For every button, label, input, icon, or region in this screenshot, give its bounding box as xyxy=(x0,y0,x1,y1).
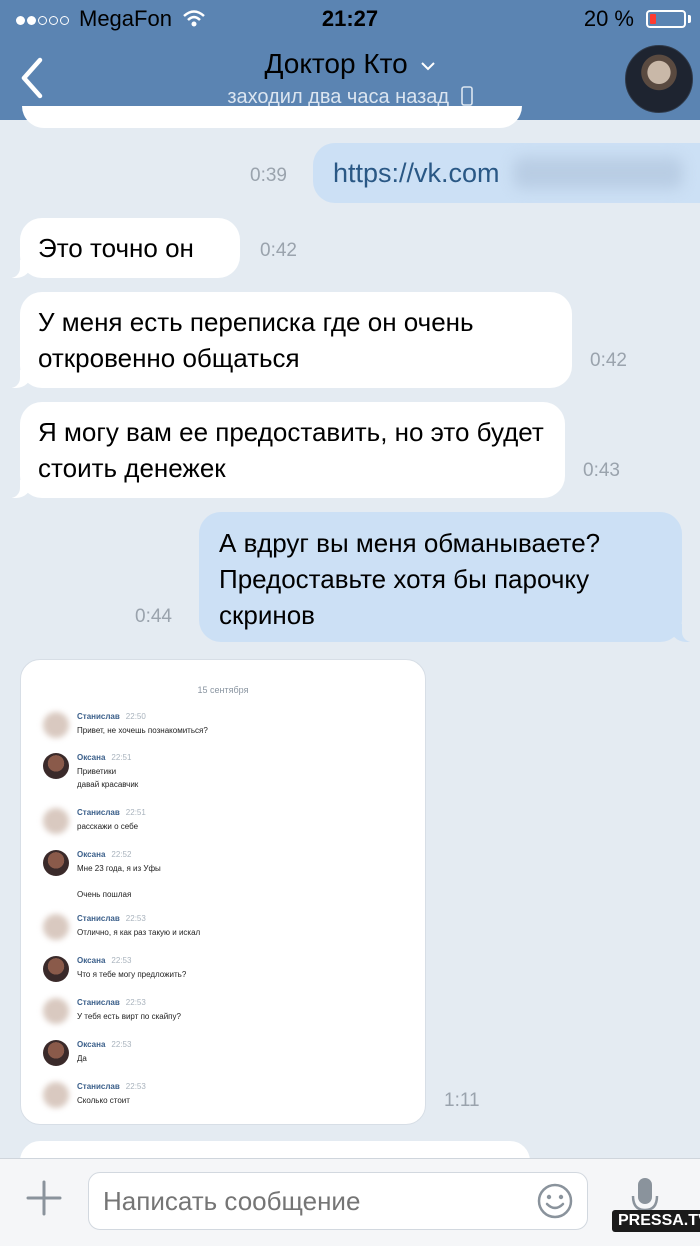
screenshot-message-text: У тебя есть вирт по скайпу? xyxy=(77,1012,181,1021)
screenshot-message-row: Оксана 22:53 Да xyxy=(43,1040,403,1080)
screenshot-sender: Оксана 22:53 xyxy=(77,956,131,965)
screenshot-sender-name: Станислав xyxy=(77,914,120,923)
battery-percent: 20 % xyxy=(583,6,634,31)
screenshot-avatar xyxy=(43,914,69,940)
screenshot-avatar xyxy=(43,1082,69,1108)
message-bubble-outgoing[interactable]: https://vk.com xyxy=(313,143,700,203)
screenshot-sender: Станислав 22:53 xyxy=(77,998,146,1007)
screenshot-sender: Станислав 22:51 xyxy=(77,808,146,817)
screenshot-date: 15 сентября xyxy=(197,685,249,695)
screenshot-avatar xyxy=(43,998,69,1024)
screenshot-message-text: Отлично, я как раз такую и искал xyxy=(77,928,201,937)
screenshot-message-time: 22:51 xyxy=(125,808,146,817)
screenshot-message-row: Станислав 22:53 Отлично, я как раз такую и… xyxy=(43,914,403,954)
message-text: Это точно он xyxy=(38,233,194,263)
screenshot-sender-name: Станислав xyxy=(77,808,120,817)
message-time: 0:43 xyxy=(583,460,620,481)
battery-tip xyxy=(688,15,691,23)
screenshot-avatar xyxy=(43,808,69,834)
message-bubble-incoming[interactable]: У меня есть переписка где он очень откро… xyxy=(6,292,572,388)
screenshot-avatar xyxy=(43,712,69,738)
message-time: 0:39 xyxy=(250,165,287,186)
battery-level xyxy=(650,14,656,24)
message-text: Я могу вам ее предоставить, но это будет… xyxy=(38,417,544,483)
chat-title-text: Доктор Кто xyxy=(264,48,408,79)
message-text: У меня есть переписка где он очень откро… xyxy=(38,307,474,373)
message-bubble-outgoing[interactable]: А вдруг вы меня обманываете? Предоставьт… xyxy=(199,512,696,642)
message-text: А вдруг вы меня обманываете? Предоставьт… xyxy=(219,528,601,630)
screenshot-message-text: Приветики давай красавчик xyxy=(77,767,139,789)
message-time: 0:42 xyxy=(590,350,627,371)
smile-icon xyxy=(537,1183,573,1219)
screenshot-sender-name: Станислав xyxy=(77,712,120,721)
screenshot-message-time: 22:52 xyxy=(111,850,132,859)
screenshot-message-time: 22:53 xyxy=(125,1082,146,1091)
attach-button[interactable] xyxy=(24,1178,64,1218)
screenshot-message-row: Станислав 22:53 Сколько стоит xyxy=(43,1082,403,1122)
screenshot-message-text: Что я тебе могу предложить? xyxy=(77,970,187,979)
screenshot-sender: Оксана 22:51 xyxy=(77,753,131,762)
screenshot-sender-name: Станислав xyxy=(77,998,120,1007)
screenshot-sender: Оксана 22:52 xyxy=(77,850,131,859)
battery-icon xyxy=(646,10,686,28)
screenshot-message-time: 22:53 xyxy=(111,956,132,965)
screenshot-message-text: Да xyxy=(77,1054,87,1063)
screenshot-message-time: 22:53 xyxy=(125,998,146,1007)
message-input[interactable] xyxy=(88,1172,588,1230)
mobile-phone-icon xyxy=(460,86,473,106)
blurred-link-part xyxy=(513,157,683,189)
screenshot-message-row: Станислав 22:53 У тебя есть вирт по скайпу… xyxy=(43,998,403,1038)
screenshot-sender-name: Оксана xyxy=(77,850,106,859)
screenshot-message-text: Мне 23 года, я из Уфы Очень пошлая xyxy=(77,864,161,899)
screenshot-message-time: 22:53 xyxy=(125,914,146,923)
screenshot-message-text: расскажи о себе xyxy=(77,822,139,831)
screenshot-avatar xyxy=(43,850,69,876)
previous-message-bubble xyxy=(22,106,522,128)
screenshot-sender-name: Оксана xyxy=(77,956,106,965)
chat-title[interactable]: Доктор Кто xyxy=(0,48,700,80)
plus-icon xyxy=(26,1180,62,1216)
screenshot-avatar xyxy=(43,753,69,779)
screenshot-message-text: Сколько стоит xyxy=(77,1096,130,1105)
screenshot-avatar xyxy=(43,956,69,982)
screenshot-attachment[interactable]: 15 сентября Станислав 22:50 Привет, не хоч… xyxy=(20,659,426,1125)
watermark: PRESSA.TV xyxy=(612,1210,700,1232)
emoji-button[interactable] xyxy=(536,1182,574,1220)
contact-avatar[interactable] xyxy=(625,45,693,113)
screenshot-sender: Станислав 22:53 xyxy=(77,1082,146,1091)
screenshot-message-row: Оксана 22:52 Мне 23 года, я из Уфы Очень п… xyxy=(43,850,403,899)
last-seen-text: заходил два часа назад xyxy=(227,86,450,108)
screenshot-message-row: Станислав 22:50 Привет, не хочешь познаком… xyxy=(43,712,403,752)
screenshot-message-time: 22:51 xyxy=(111,753,132,762)
screenshot-message-time: 22:53 xyxy=(111,1040,132,1049)
screenshot-avatar xyxy=(43,1040,69,1066)
message-time: 0:42 xyxy=(260,240,297,261)
message-bubble-incoming[interactable]: Я могу вам ее предоставить, но это будет… xyxy=(6,402,565,498)
message-bubble-incoming[interactable]: Это точно он xyxy=(6,218,240,278)
screenshot-sender-name: Оксана xyxy=(77,1040,106,1049)
screenshot-sender: Станислав 22:50 xyxy=(77,712,146,721)
screenshot-sender: Оксана 22:53 xyxy=(77,1040,131,1049)
chevron-down-icon xyxy=(420,61,435,71)
screenshot-message-time: 22:50 xyxy=(125,712,146,721)
message-time: 1:11 xyxy=(444,1090,480,1111)
screenshot-sender: Станислав 22:53 xyxy=(77,914,146,923)
screenshot-sender-name: Станислав xyxy=(77,1082,120,1091)
message-link[interactable]: https://vk.com xyxy=(333,158,500,188)
screenshot-message-row: Оксана 22:51 Приветики давай красавчик xyxy=(43,753,403,793)
screenshot-sender-name: Оксана xyxy=(77,753,106,762)
screenshot-message-row: Оксана 22:53 Что я тебе могу предложить? xyxy=(43,956,403,996)
status-bar: MegaFon 21:27 20 % xyxy=(0,0,700,40)
message-time: 0:44 xyxy=(135,606,172,627)
screenshot-message-text: Привет, не хочешь познакомиться? xyxy=(77,726,208,735)
screenshot-message-row: Станислав 22:51 расскажи о себе xyxy=(43,808,403,848)
